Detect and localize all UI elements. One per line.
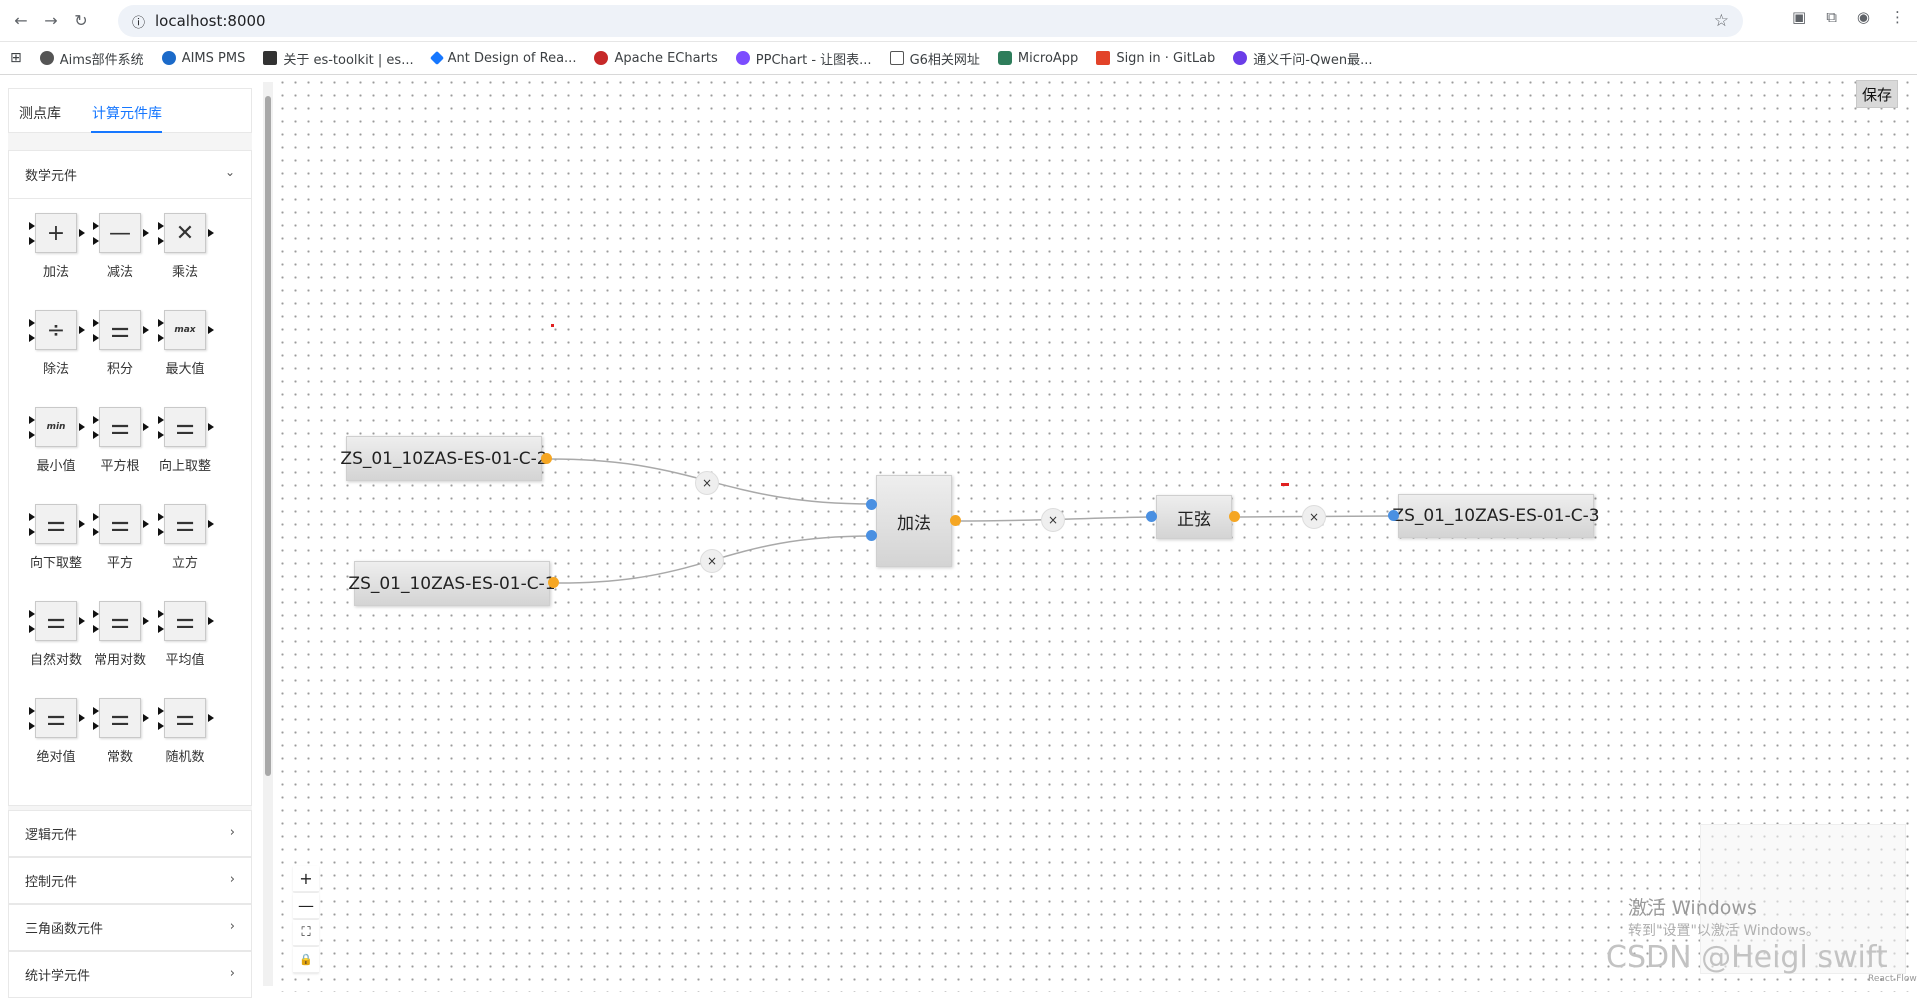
zoom-in-button[interactable]: + — [293, 866, 319, 892]
node-input-c2[interactable]: ZS_01_10ZAS-ES-01-C-2 — [340, 436, 548, 481]
node-add[interactable]: 加法 — [876, 475, 952, 567]
node-sine[interactable]: 正弦 — [1156, 495, 1232, 539]
windows-activation-title: 激活 Windows — [1628, 897, 1757, 919]
red-marker — [1281, 483, 1289, 486]
handle-out-c1[interactable] — [548, 577, 559, 588]
lock-button[interactable]: 🔒 — [293, 947, 319, 973]
edges-layer — [550, 458, 1394, 584]
handle-in-add-2[interactable] — [866, 530, 877, 541]
handle-out-add[interactable] — [950, 515, 961, 526]
edge-delete-button[interactable]: × — [1302, 505, 1326, 529]
csdn-watermark: CSDN @Heigl swift — [1606, 940, 1888, 975]
edge-delete-button[interactable]: × — [700, 549, 724, 573]
windows-activation-hint: 转到"设置"以激活 Windows。 — [1628, 923, 1820, 939]
handle-in-c3[interactable] — [1388, 510, 1399, 521]
handle-out-c2[interactable] — [541, 453, 552, 464]
node-input-c1[interactable]: ZS_01_10ZAS-ES-01-C-1 — [348, 561, 556, 606]
react-flow-attribution[interactable]: React Flow — [1868, 974, 1917, 984]
save-button[interactable]: 保存 — [1856, 80, 1898, 108]
handle-in-add-1[interactable] — [866, 499, 877, 510]
red-marker — [551, 324, 554, 327]
zoom-out-button[interactable]: — — [293, 893, 319, 919]
node-output-c3[interactable]: ZS_01_10ZAS-ES-01-C-3 — [1392, 494, 1600, 538]
edge-delete-button[interactable]: × — [1041, 508, 1065, 532]
handle-out-sine[interactable] — [1229, 511, 1240, 522]
handle-in-sine[interactable] — [1146, 511, 1157, 522]
edge-delete-button[interactable]: × — [695, 471, 719, 495]
fit-view-button[interactable]: ⛶ — [293, 920, 319, 946]
